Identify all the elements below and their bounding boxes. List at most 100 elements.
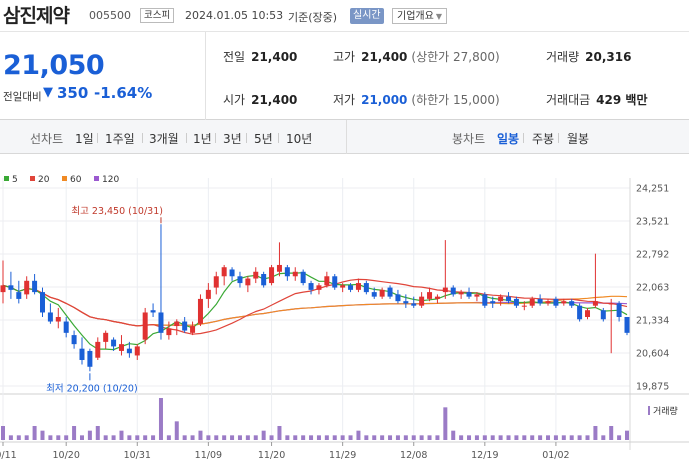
x-tick-label: 11/29 xyxy=(329,450,356,461)
volume-bar xyxy=(237,435,242,440)
period-3y[interactable]: 3년 xyxy=(223,130,242,147)
candle-body xyxy=(585,310,591,317)
candle-chart-label: 봉차트 xyxy=(452,132,486,146)
volume-bar xyxy=(403,435,408,440)
volume-bar xyxy=(64,435,69,440)
period-5y[interactable]: 5년 xyxy=(254,130,273,147)
period-1y[interactable]: 1년 xyxy=(193,130,212,147)
candle-body xyxy=(592,301,598,306)
stock-name[interactable]: 삼진제약 xyxy=(3,1,70,28)
candle-body xyxy=(213,276,219,288)
chevron-down-icon: ▼ xyxy=(435,12,442,21)
candle-body xyxy=(537,298,543,304)
candle-body xyxy=(166,328,172,336)
price-chart[interactable]: 5 20 60 120 최고 23,450 (10/31) 최저 20,200 (10/… xyxy=(0,154,689,466)
volume-bar xyxy=(285,435,290,440)
volume-bar xyxy=(617,435,622,440)
period-3m[interactable]: 3개월 xyxy=(149,130,179,147)
volume-bar xyxy=(103,435,108,440)
candle-body xyxy=(197,298,203,324)
volume-bar xyxy=(127,435,132,440)
candle-body xyxy=(332,276,338,288)
market-badge: 코스피 xyxy=(140,8,175,23)
stat-value: 21,400 xyxy=(251,50,298,64)
legend-swatch xyxy=(62,176,67,181)
y-tick-label: 21,334 xyxy=(636,316,669,327)
volume-bar xyxy=(514,435,519,440)
candle-body xyxy=(577,305,583,320)
low-annotation: 최저 20,200 (10/20) xyxy=(46,383,138,394)
legend-swatch xyxy=(94,176,99,181)
candle-body xyxy=(269,267,275,284)
candle-body xyxy=(545,301,551,304)
period-weekly[interactable]: 주봉 xyxy=(532,130,554,147)
stock-widget: 삼진제약 005500 코스피 2024.01.05 10:53 기준(장중) … xyxy=(0,0,689,466)
volume-bar xyxy=(1,426,5,440)
current-price: 21,050 xyxy=(3,50,105,81)
candle-body xyxy=(316,285,322,290)
volume-bar xyxy=(277,426,282,440)
stat-value: 20,316 xyxy=(585,50,632,64)
volume-bar xyxy=(443,407,448,440)
change-percent: -1.64% xyxy=(94,84,153,102)
volume-bar xyxy=(309,435,314,440)
candle-body xyxy=(553,298,559,306)
down-triangle-icon: ▼ xyxy=(43,85,53,100)
candle-body xyxy=(142,312,148,340)
volume-bar xyxy=(601,435,606,440)
volume-bar xyxy=(609,426,614,440)
volume-bar xyxy=(135,435,140,440)
volume-bar xyxy=(253,435,258,440)
period-daily[interactable]: 일봉 xyxy=(497,130,519,147)
period-1w[interactable]: 1주일 xyxy=(105,130,135,147)
candle-body xyxy=(39,292,45,313)
stat-label: 시가 xyxy=(223,93,246,107)
divider xyxy=(346,120,347,154)
volume-bar xyxy=(293,435,298,440)
volume-bar xyxy=(245,435,250,440)
candle-body xyxy=(506,296,512,302)
stat-open: 시가 21,400 xyxy=(223,91,297,108)
period-10y[interactable]: 10년 xyxy=(286,130,312,147)
candle-body xyxy=(174,321,180,327)
period-monthly[interactable]: 월봉 xyxy=(567,130,589,147)
volume-bar xyxy=(506,435,511,440)
divider xyxy=(215,133,216,143)
stat-label: 고가 xyxy=(333,50,356,64)
candle-body xyxy=(434,296,440,299)
candle-body xyxy=(63,321,69,333)
stock-code: 005500 xyxy=(89,9,131,22)
price-panel: 21,050 전일대비 ▼ 350 -1.64% 전일 21,400 고가 21,4… xyxy=(0,32,689,120)
volume-bar xyxy=(95,426,100,440)
candle-body xyxy=(355,283,361,290)
candle-body xyxy=(79,348,85,360)
candle-body xyxy=(95,341,101,358)
legend-swatch xyxy=(30,176,35,181)
volume-bar xyxy=(72,426,77,440)
corp-info-dropdown[interactable]: 기업개요 ▼ xyxy=(392,8,447,24)
candle-body xyxy=(24,280,30,295)
volume-bar xyxy=(111,435,116,440)
candle-body xyxy=(245,278,251,286)
volume-bar xyxy=(332,435,337,440)
candle-body xyxy=(47,312,53,322)
x-tick-label: 10/11 xyxy=(0,450,17,461)
candle-body xyxy=(419,296,425,306)
realtime-button[interactable]: 실시간 xyxy=(350,8,384,24)
candle-body xyxy=(450,287,456,295)
candle-body xyxy=(403,301,409,304)
period-1d[interactable]: 1일 xyxy=(75,130,94,147)
stat-value: 21,000 xyxy=(361,93,408,107)
stat-value: 21,400 xyxy=(361,50,408,64)
divider xyxy=(142,133,143,143)
x-axis: 10/11 10/20 10/31 11/09 11/20 11/29 12/08 12/19… xyxy=(0,442,570,461)
candle-body xyxy=(498,296,504,302)
candle-body xyxy=(237,276,243,284)
volume-bar xyxy=(261,430,266,440)
volume-bar xyxy=(119,430,124,440)
volume-bar xyxy=(16,435,21,440)
y-tick-label: 22,792 xyxy=(636,250,669,261)
volume-bar xyxy=(222,435,227,440)
volume-bar xyxy=(166,435,171,440)
volume-bar xyxy=(206,435,211,440)
